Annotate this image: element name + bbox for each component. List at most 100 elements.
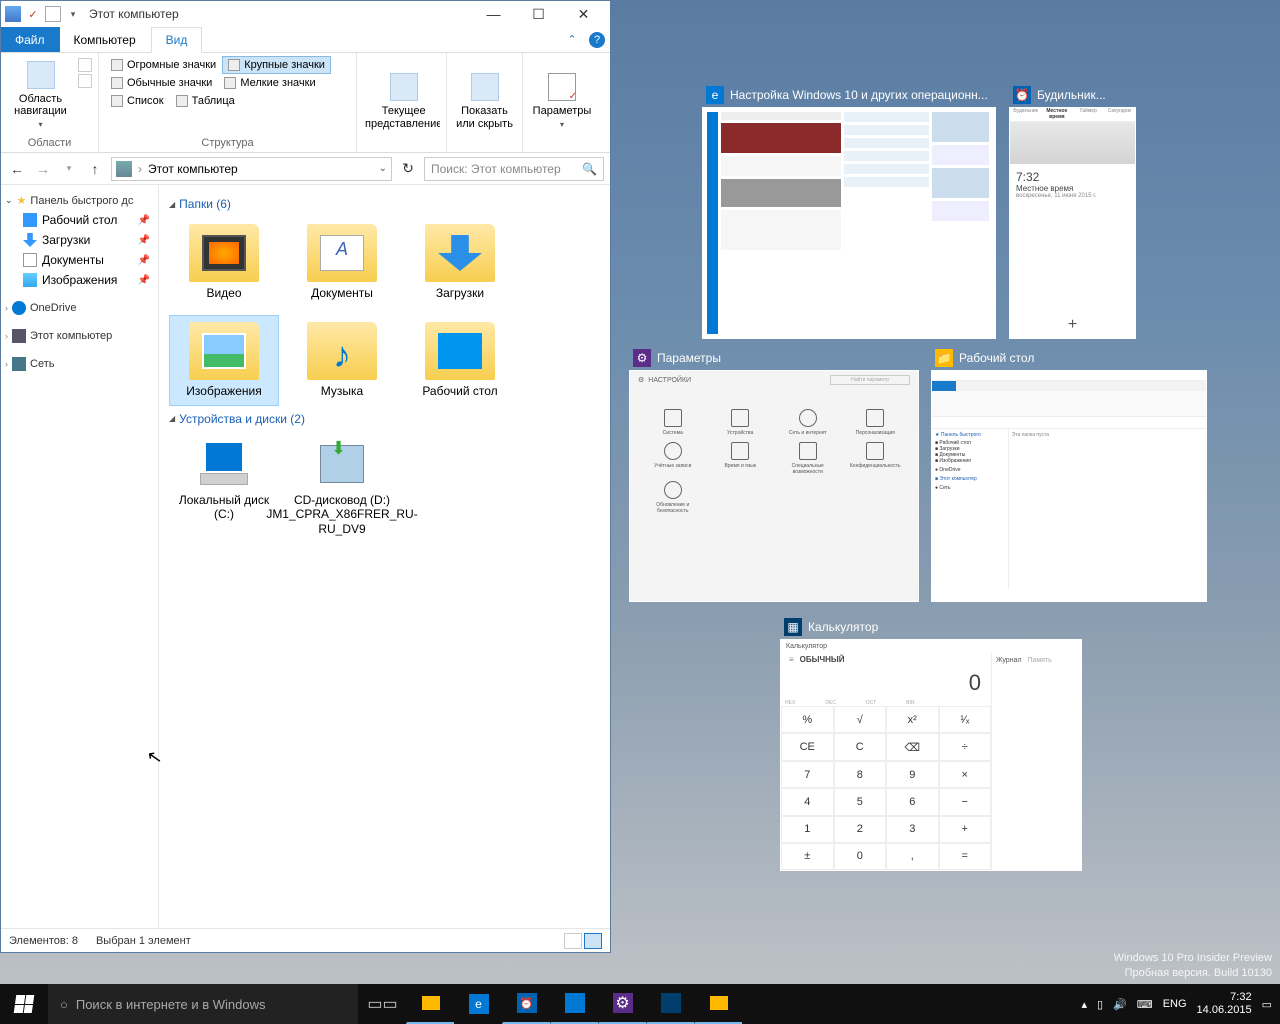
taskview-browser[interactable]: e Настройка Windows 10 и других операцион… — [702, 83, 996, 339]
drive-d[interactable]: ⬇CD-дисковод (D:) JM1_CPRA_X86FRER_RU-RU… — [287, 432, 397, 543]
start-button[interactable] — [0, 984, 48, 1024]
close-button[interactable]: ✕ — [561, 1, 606, 27]
drives-group-header[interactable]: Устройства и диски (2) — [169, 406, 600, 432]
search-icon: 🔍 — [582, 162, 597, 176]
pin-icon: 📌 — [138, 255, 150, 266]
taskview-settings[interactable]: ⚙Параметры ⚙НАСТРОЙКИНайти параметр Сист… — [629, 346, 919, 602]
task-view-button[interactable]: ▭▭ — [358, 984, 406, 1024]
pc-icon — [5, 6, 21, 22]
folder-documents[interactable]: AДокументы — [287, 217, 397, 307]
titlebar[interactable]: ✓ ▾ Этот компьютер — ☐ ✕ — [1, 1, 610, 27]
address-bar[interactable]: › Этот компьютер ⌄ — [111, 157, 392, 181]
language-indicator[interactable]: ENG — [1163, 998, 1187, 1010]
tree-downloads[interactable]: Загрузки📌 — [5, 230, 154, 250]
taskbar-settings[interactable]: ⚙ — [598, 984, 646, 1024]
taskview-alarm[interactable]: ⏰Будильник... БудильникМестное времяТайм… — [1009, 83, 1136, 339]
folder-downloads[interactable]: Загрузки — [405, 217, 515, 307]
layout-list[interactable]: Список — [105, 92, 170, 110]
nav-forward-button[interactable]: → — [33, 159, 53, 179]
layout-large[interactable]: Крупные значки — [222, 56, 331, 74]
search-circle-icon: ○ — [60, 997, 68, 1012]
layout-huge[interactable]: Огромные значки — [105, 56, 222, 74]
layout-table[interactable]: Таблица — [170, 92, 241, 110]
folder-videos[interactable]: Видео — [169, 217, 279, 307]
taskbar-search[interactable]: ○Поиск в интернете и в Windows — [48, 984, 358, 1024]
address-bar-row: ← → ▾ ↑ › Этот компьютер ⌄ ↻ Поиск: Этот… — [1, 153, 610, 185]
desktop-icon — [23, 213, 37, 227]
clock[interactable]: 7:3214.06.2015 — [1197, 991, 1252, 1016]
tab-view[interactable]: Вид — [151, 27, 203, 53]
alarm-location: Местное время — [1016, 184, 1129, 193]
folders-group-header[interactable]: Папки (6) — [169, 191, 600, 217]
folder-icon — [422, 996, 440, 1010]
layout-small[interactable]: Мелкие значки — [218, 74, 321, 92]
preview-pane-icon[interactable] — [78, 58, 92, 72]
keyboard-icon[interactable]: ⌨ — [1137, 998, 1153, 1011]
explorer-window: ✓ ▾ Этот компьютер — ☐ ✕ Файл Компьютер … — [0, 0, 611, 953]
qa-props-icon[interactable] — [45, 6, 61, 22]
minimize-button[interactable]: — — [471, 1, 516, 27]
network-header[interactable]: ›Сеть — [5, 354, 154, 374]
quick-access-header[interactable]: ⌄★Панель быстрого дс — [5, 191, 154, 210]
qa-save-icon[interactable]: ✓ — [25, 6, 41, 22]
tree-pictures[interactable]: Изображения📌 — [5, 270, 154, 290]
folder-desktop[interactable]: Рабочий стол — [405, 315, 515, 405]
nav-pane-button[interactable]: Область навигации ▾ — [7, 56, 74, 135]
thumb-title: Будильник... — [1037, 88, 1132, 102]
view-icons-button[interactable] — [584, 933, 602, 949]
action-center-icon[interactable]: ▭ — [1262, 998, 1272, 1011]
ribbon-tabs: Файл Компьютер Вид ⌃ ? — [1, 27, 610, 53]
taskview-desktop[interactable]: 📁Рабочий стол ★ Панель быстрого ■ Рабочи… — [931, 346, 1207, 602]
pin-icon: 📌 — [138, 215, 150, 226]
calc-icon: ▦ — [784, 618, 802, 636]
taskbar-alarm[interactable]: ⏰ — [502, 984, 550, 1024]
onedrive-header[interactable]: ›OneDrive — [5, 298, 154, 318]
settings-header: НАСТРОЙКИ — [648, 377, 691, 384]
status-selected: Выбран 1 элемент — [96, 935, 191, 947]
nav-history-button[interactable]: ▾ — [59, 159, 79, 179]
tab-computer[interactable]: Компьютер — [60, 27, 151, 52]
folder-pictures[interactable]: Изображения — [169, 315, 279, 405]
tab-file[interactable]: Файл — [1, 27, 60, 52]
nav-back-button[interactable]: ← — [7, 159, 27, 179]
taskbar-edge[interactable]: e — [454, 984, 502, 1024]
taskbar-explorer2[interactable] — [694, 984, 742, 1024]
search-box[interactable]: Поиск: Этот компьютер 🔍 — [424, 157, 604, 181]
pc-icon — [12, 329, 26, 343]
calc-display: 0 — [781, 666, 991, 700]
network-icon[interactable]: ▯ — [1097, 998, 1103, 1011]
tree-desktop[interactable]: Рабочий стол📌 — [5, 210, 154, 230]
folder-music[interactable]: ♪Музыка — [287, 315, 397, 405]
taskview-calc[interactable]: ▦Калькулятор Калькулятор ≡ОБЫЧНЫЙ 0 HEXD… — [780, 615, 1082, 871]
content-pane: Папки (6) Видео AДокументы Загрузки Изоб… — [159, 185, 610, 928]
show-hide-button[interactable]: Показать или скрыть — [453, 56, 516, 147]
taskbar-explorer[interactable] — [406, 984, 454, 1024]
watermark: Windows 10 Pro Insider PreviewПробная ве… — [1114, 951, 1272, 980]
layout-normal[interactable]: Обычные значки — [105, 74, 218, 92]
thumb-title: Настройка Windows 10 и других операционн… — [730, 88, 992, 102]
help-icon[interactable]: ? — [589, 32, 605, 48]
current-view-button[interactable]: Текущее представление — [363, 56, 440, 147]
network-icon — [12, 357, 26, 371]
tray-expand-icon[interactable]: ▴ — [1082, 998, 1088, 1011]
qa-customize-icon[interactable]: ▾ — [65, 6, 81, 22]
tree-documents[interactable]: Документы📌 — [5, 250, 154, 270]
view-details-button[interactable] — [564, 933, 582, 949]
show-hide-icon — [471, 73, 499, 101]
folder-icon: 📁 — [935, 349, 953, 367]
options-button[interactable]: ✓ Параметры ▾ — [529, 56, 595, 147]
details-pane-icon[interactable] — [78, 74, 92, 88]
thispc-header[interactable]: ›Этот компьютер — [5, 326, 154, 346]
taskbar-calc[interactable] — [646, 984, 694, 1024]
drive-c[interactable]: Локальный диск (C:) — [169, 432, 279, 543]
status-item-count: Элементов: 8 — [9, 935, 78, 947]
download-icon — [23, 233, 37, 247]
volume-icon[interactable]: 🔊 — [1113, 998, 1127, 1011]
nav-pane-label: Область навигации — [9, 93, 72, 117]
refresh-button[interactable]: ↻ — [398, 159, 418, 179]
taskbar-store[interactable] — [550, 984, 598, 1024]
maximize-button[interactable]: ☐ — [516, 1, 561, 27]
nav-up-button[interactable]: ↑ — [85, 159, 105, 179]
edge-icon: e — [706, 86, 724, 104]
collapse-ribbon-icon[interactable]: ⌃ — [560, 27, 584, 52]
